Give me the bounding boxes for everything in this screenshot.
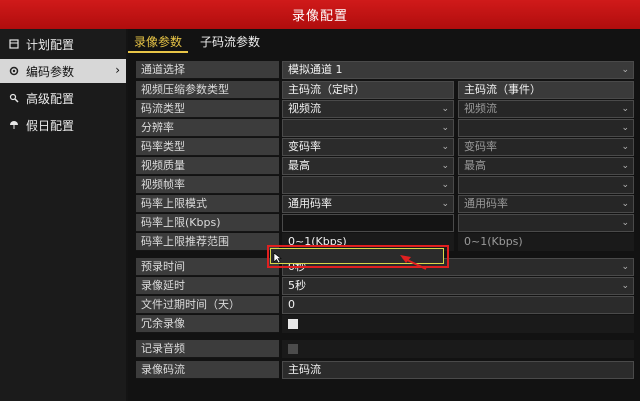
sidebar-item-encoding[interactable]: 编码参数 › (0, 59, 126, 83)
sidebar-item-holiday[interactable]: 假日配置 (0, 113, 126, 137)
sidebar: 计划配置 编码参数 › 高级配置 假日配置 (0, 29, 126, 401)
sidebar-item-label: 假日配置 (26, 118, 75, 133)
window-title: 录像配置 (0, 0, 640, 29)
main-panel: 录像参数 子码流参数 通道选择 模拟通道 1 ⌄ 视频压缩参数类型 主码流（定时… (128, 29, 640, 401)
gear-icon (8, 65, 20, 77)
sidebar-item-label: 编码参数 (26, 64, 75, 79)
sidebar-item-label: 高级配置 (26, 91, 75, 106)
annotation-arrow-icon (400, 255, 427, 270)
sidebar-item-schedule[interactable]: 计划配置 (0, 32, 126, 56)
umbrella-icon (8, 119, 20, 131)
chevron-right-icon: › (115, 63, 120, 77)
sidebar-item-label: 计划配置 (26, 37, 75, 52)
cursor-icon (273, 252, 282, 264)
sidebar-item-advanced[interactable]: 高级配置 (0, 86, 126, 110)
wrench-icon (8, 92, 20, 104)
calendar-icon (8, 38, 20, 50)
